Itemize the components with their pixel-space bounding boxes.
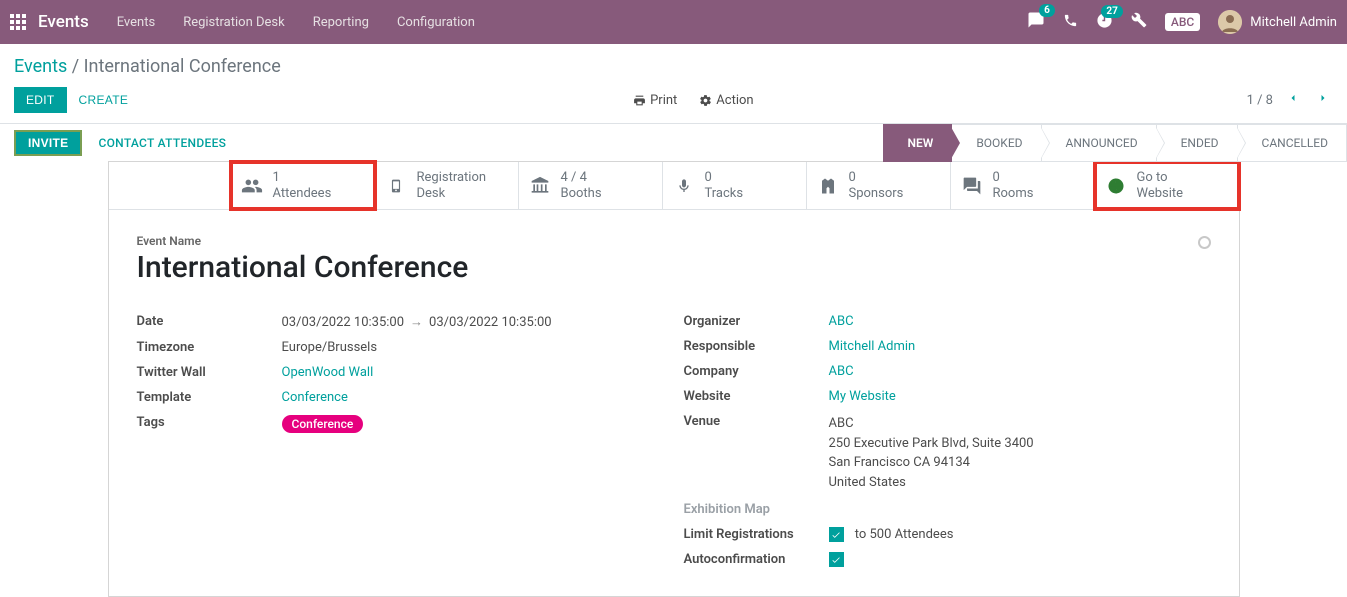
edit-button[interactable]: EDIT (14, 87, 67, 113)
invite-button[interactable]: INVITE (14, 130, 82, 156)
label-venue: Venue (684, 414, 829, 492)
value-limit-registrations: to 500 Attendees (829, 527, 1211, 542)
event-name-label: Event Name (137, 234, 1211, 248)
menu-events[interactable]: Events (117, 15, 155, 30)
company-switcher[interactable]: ABC (1165, 13, 1200, 31)
pager: 1 / 8 (1247, 92, 1333, 108)
stat-attendees[interactable]: 1Attendees (231, 162, 375, 209)
value-tags: Conference (282, 415, 664, 433)
stage-ended[interactable]: ENDED (1157, 124, 1238, 162)
messages-icon[interactable]: 6 (1027, 11, 1045, 33)
stage-new[interactable]: NEW (883, 124, 953, 162)
stat-booths[interactable]: 4 / 4Booths (519, 162, 663, 209)
apps-icon[interactable] (10, 14, 26, 30)
user-name: Mitchell Admin (1250, 15, 1337, 30)
user-menu[interactable]: Mitchell Admin (1218, 10, 1337, 34)
users-icon (241, 175, 263, 197)
value-company[interactable]: ABC (829, 364, 1211, 379)
value-date: 03/03/2022 10:35:00→03/03/2022 10:35:00 (282, 314, 664, 330)
stage-bar: NEW BOOKED ANNOUNCED ENDED CANCELLED (883, 124, 1347, 162)
checkbox-limit[interactable] (829, 527, 844, 542)
label-limit-registrations: Limit Registrations (684, 527, 829, 542)
value-organizer[interactable]: ABC (829, 314, 1211, 329)
label-template: Template (137, 390, 282, 405)
debug-icon[interactable] (1131, 12, 1147, 32)
form-sheet: 1Attendees RegistrationDesk 4 / 4Booths … (108, 161, 1240, 597)
value-venue: ABC 250 Executive Park Blvd, Suite 3400 … (829, 414, 1211, 492)
value-autoconfirmation (829, 552, 1211, 567)
label-responsible: Responsible (684, 339, 829, 354)
menu-registration-desk[interactable]: Registration Desk (183, 15, 285, 30)
pager-next[interactable] (1313, 92, 1333, 108)
stage-booked[interactable]: BOOKED (952, 124, 1041, 162)
print-button[interactable]: Print (633, 93, 677, 108)
microphone-icon (673, 176, 695, 196)
value-responsible[interactable]: Mitchell Admin (829, 339, 1211, 354)
venue-name[interactable]: ABC (829, 414, 1211, 434)
kanban-state-dot[interactable] (1198, 236, 1211, 249)
event-name: International Conference (137, 250, 1211, 285)
messages-badge: 6 (1039, 4, 1055, 17)
label-company: Company (684, 364, 829, 379)
label-organizer: Organizer (684, 314, 829, 329)
tag-conference[interactable]: Conference (282, 415, 364, 433)
stage-cancelled[interactable]: CANCELLED (1238, 124, 1347, 162)
label-exhibition-map: Exhibition Map (684, 502, 829, 517)
bank-icon (529, 176, 551, 196)
checkbox-autoconfirm[interactable] (829, 552, 844, 567)
breadcrumb-root[interactable]: Events (14, 56, 67, 77)
pager-prev[interactable] (1283, 92, 1303, 108)
top-navbar: Events Events Registration Desk Reportin… (0, 0, 1347, 44)
stat-sponsors[interactable]: 0Sponsors (807, 162, 951, 209)
breadcrumb-current: International Conference (84, 56, 281, 77)
label-autoconfirmation: Autoconfirmation (684, 552, 829, 567)
chat-icon (961, 176, 983, 196)
label-website: Website (684, 389, 829, 404)
pager-position[interactable]: 1 / 8 (1247, 93, 1273, 108)
label-timezone: Timezone (137, 340, 282, 355)
value-twitter-wall[interactable]: OpenWood Wall (282, 365, 664, 380)
stat-rooms[interactable]: 0Rooms (951, 162, 1095, 209)
value-template[interactable]: Conference (282, 390, 664, 405)
activities-badge: 27 (1101, 5, 1122, 18)
stage-announced[interactable]: ANNOUNCED (1042, 124, 1157, 162)
label-twitter-wall: Twitter Wall (137, 365, 282, 380)
avatar (1218, 10, 1242, 34)
phone-icon[interactable] (1063, 13, 1078, 32)
stat-registration-desk[interactable]: RegistrationDesk (375, 162, 519, 209)
mobile-icon (385, 176, 407, 196)
create-button[interactable]: CREATE (67, 87, 141, 113)
activities-icon[interactable]: 27 (1096, 12, 1113, 33)
label-tags: Tags (137, 415, 282, 433)
label-date: Date (137, 314, 282, 330)
stat-go-to-website[interactable]: Go toWebsite (1095, 162, 1239, 209)
app-brand[interactable]: Events (38, 12, 89, 32)
menu-reporting[interactable]: Reporting (313, 15, 369, 30)
stat-tracks[interactable]: 0Tracks (663, 162, 807, 209)
contact-attendees-button[interactable]: CONTACT ATTENDEES (98, 136, 226, 150)
value-website[interactable]: My Website (829, 389, 1211, 404)
globe-icon (1105, 177, 1127, 195)
value-timezone: Europe/Brussels (282, 340, 664, 355)
vest-icon (817, 176, 839, 196)
breadcrumb: Events / International Conference (0, 44, 1347, 83)
action-button[interactable]: Action (699, 93, 753, 108)
menu-configuration[interactable]: Configuration (397, 15, 475, 30)
